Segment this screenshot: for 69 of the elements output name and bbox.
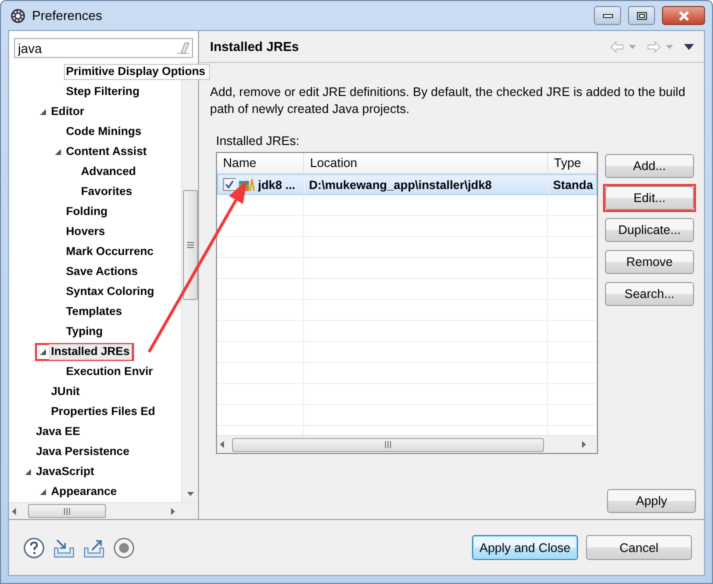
expanded-arrow-icon[interactable] <box>54 148 62 156</box>
tree-item[interactable]: JavaScript <box>34 464 96 480</box>
column-header[interactable]: Name <box>217 153 304 173</box>
checkbox[interactable] <box>223 178 236 191</box>
apply-button[interactable]: Apply <box>607 489 696 513</box>
close-icon <box>678 10 690 20</box>
tree-item[interactable]: Save Actions <box>64 264 140 280</box>
table-cell: Standa <box>549 175 596 194</box>
page-title: Installed JREs <box>210 39 300 54</box>
help-icon[interactable] <box>23 536 45 558</box>
tree-item[interactable]: Java EE <box>34 424 82 440</box>
dialog-button[interactable]: Cancel <box>586 535 692 560</box>
gear-icon <box>10 8 26 24</box>
scrollbar[interactable] <box>217 435 597 453</box>
dialog-button[interactable]: Apply and Close <box>472 535 578 560</box>
action-button[interactable]: Duplicate... <box>605 218 694 242</box>
action-button[interactable]: Search... <box>605 282 694 306</box>
scroll-right-icon[interactable] <box>171 508 175 514</box>
tree-item[interactable]: Hovers <box>64 224 107 240</box>
tree-item[interactable]: Syntax Coloring <box>64 284 156 300</box>
table-label: Installed JREs: <box>216 134 300 148</box>
scrollbar[interactable] <box>9 502 198 519</box>
scroll-left-icon[interactable] <box>12 508 16 514</box>
tree-item[interactable]: Installed JREs <box>49 344 132 360</box>
scroll-left-icon[interactable] <box>220 441 224 448</box>
tree-item[interactable]: JUnit <box>49 384 82 400</box>
table-cell: jdk8 ... <box>258 178 296 192</box>
tree-item[interactable]: Mark Occurrenc <box>64 244 156 260</box>
scroll-down-icon[interactable] <box>186 492 194 496</box>
import-icon[interactable] <box>53 536 75 558</box>
maximize-button[interactable] <box>628 6 655 25</box>
table-row[interactable]: jdk8 ... D:\mukewang_app\installer\jdk8 Standa <box>217 174 597 195</box>
minimize-icon <box>602 14 612 18</box>
tree-item[interactable]: Properties Files Ed <box>49 404 158 420</box>
close-button[interactable] <box>662 6 705 25</box>
filter-field[interactable]: java <box>14 38 193 58</box>
menu-icon[interactable] <box>684 44 694 50</box>
tree-item[interactable]: Appearance <box>49 484 119 500</box>
scrollbar-thumb[interactable] <box>182 190 198 300</box>
tree-item[interactable]: Code Minings <box>64 124 144 140</box>
maximize-icon <box>636 12 646 20</box>
description-text: Add, remove or edit JRE definitions. By default, the checked JRE is added to the build path of newly created Java projects. <box>210 84 686 118</box>
tree-item[interactable]: Folding <box>64 204 110 220</box>
record-icon[interactable] <box>113 536 135 558</box>
window-title: Preferences <box>32 8 104 23</box>
expanded-arrow-icon[interactable] <box>40 488 46 496</box>
tree-item[interactable]: Editor <box>49 104 86 120</box>
expanded-arrow-icon[interactable] <box>24 468 32 476</box>
expanded-arrow-icon[interactable] <box>40 108 46 116</box>
tree-item[interactable]: Templates <box>64 304 124 320</box>
tree-item[interactable]: Typing <box>64 324 105 340</box>
column-header[interactable]: Location <box>304 153 548 173</box>
table-cell: D:\mukewang_app\installer\jdk8 <box>305 175 549 194</box>
expanded-arrow-icon[interactable] <box>40 348 46 356</box>
tree-item[interactable]: Primitive Display Options <box>64 64 210 80</box>
scrollbar-thumb[interactable] <box>28 504 106 518</box>
action-button[interactable]: Add... <box>605 154 694 178</box>
tree-item[interactable]: Execution Envir <box>64 364 155 380</box>
action-button[interactable]: Remove <box>605 250 694 274</box>
scroll-right-icon[interactable] <box>582 441 586 448</box>
scrollbar-thumb[interactable] <box>232 438 544 452</box>
action-button[interactable]: Edit... <box>605 186 694 210</box>
column-header[interactable]: Type <box>548 153 597 173</box>
tree-item[interactable]: Content Assist <box>64 144 149 160</box>
tree-item[interactable]: Advanced <box>79 164 138 180</box>
tree-item[interactable]: Step Filtering <box>64 84 142 100</box>
minimize-button[interactable] <box>594 6 621 25</box>
tree-item[interactable]: Java Persistence <box>34 444 132 460</box>
tree-item[interactable]: Favorites <box>79 184 134 200</box>
